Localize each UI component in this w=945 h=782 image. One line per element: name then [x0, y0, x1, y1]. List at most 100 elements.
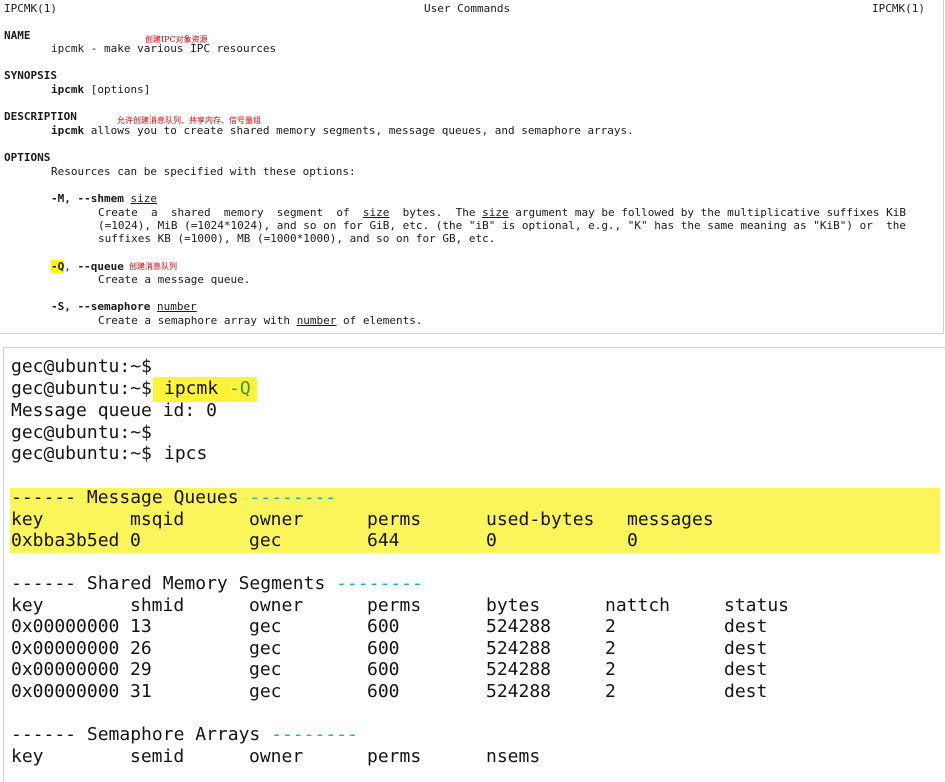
- option-semaphore: -S, --semaphore number: [51, 300, 197, 313]
- options-heading: OPTIONS: [4, 151, 51, 164]
- options-intro: Resources can be specified with these op…: [51, 165, 356, 178]
- shm-row-key: 0x00000000: [11, 659, 120, 680]
- shm-title-trail: --------: [336, 573, 423, 594]
- mq-header-perms: perms: [367, 509, 422, 530]
- mq-title-trail: --------: [249, 487, 337, 508]
- shm-title-dashes: ------: [11, 573, 77, 594]
- command-ipcmk-name: ipcmk: [164, 378, 219, 399]
- shm-row-status: dest: [724, 616, 768, 637]
- shm-row-shmid: 26: [130, 638, 152, 659]
- shm-row-nattch: 2: [605, 659, 616, 680]
- semaphore-desc-part: of elements.: [336, 314, 423, 327]
- man-header-right: IPCMK(1): [872, 2, 925, 15]
- shm-row-status: dest: [724, 659, 768, 680]
- shm-header-bytes: bytes: [486, 595, 541, 616]
- shm-row-owner: gec: [249, 638, 282, 659]
- name-line: ipcmk - make various IPC resources: [51, 42, 277, 55]
- shm-row-bytes: 524288: [486, 638, 552, 659]
- shm-row-perms: 600: [367, 638, 400, 659]
- description-line: ipcmk allows you to create shared memory…: [51, 124, 634, 137]
- option-shmem: -M, --shmem size: [51, 192, 157, 205]
- mq-row-key: 0xbba3b5ed: [11, 530, 120, 551]
- shm-header-nattch: nattch: [605, 595, 671, 616]
- shm-row-key: 0x00000000: [11, 616, 120, 637]
- synopsis-line: ipcmk [options]: [51, 83, 150, 96]
- shm-row-nattch: 2: [605, 681, 616, 702]
- shm-row-owner: gec: [249, 616, 282, 637]
- option-shmem-arg: size: [130, 192, 157, 205]
- command-output: Message queue id: 0: [11, 400, 217, 421]
- shm-row-status: dest: [724, 638, 768, 659]
- shm-row-perms: 600: [367, 659, 400, 680]
- shmem-desc-part: bytes. The: [389, 206, 483, 219]
- sem-title-dashes: ------: [11, 724, 77, 745]
- mq-row-owner: gec: [249, 530, 282, 551]
- shm-row-key: 0x00000000: [11, 638, 120, 659]
- prompt-line-3: gec@ubuntu:~$: [11, 422, 152, 443]
- semaphore-desc-part: Create a semaphore array with: [98, 314, 297, 327]
- mq-header-msqid: msqid: [130, 509, 185, 530]
- option-semaphore-flag: -S, --semaphore: [51, 300, 151, 313]
- sem-header-semid: semid: [130, 746, 185, 767]
- option-shmem-flag: -M, --shmem: [51, 192, 124, 205]
- description-text: allows you to create shared memory segme…: [84, 124, 634, 137]
- shm-header-status: status: [724, 595, 790, 616]
- description-command: ipcmk: [51, 124, 85, 137]
- semaphore-desc-number: number: [296, 314, 337, 327]
- shm-header-perms: perms: [367, 595, 422, 616]
- man-header-center: User Commands: [424, 2, 511, 15]
- shm-header-shmid: shmid: [130, 595, 185, 616]
- command-ipcmk: ipcmk -Q: [164, 378, 251, 399]
- shm-header-owner: owner: [249, 595, 304, 616]
- shm-row-shmid: 31: [130, 681, 152, 702]
- shm-title: ------ Shared Memory Segments --------: [11, 573, 423, 594]
- option-semaphore-arg: number: [156, 300, 197, 313]
- shm-row-bytes: 524288: [486, 659, 552, 680]
- mq-header-messages: messages: [627, 509, 714, 530]
- option-shmem-desc-1: Create a shared memory segment of size b…: [98, 206, 906, 219]
- mq-row-msqid: 0: [130, 530, 141, 551]
- shm-row-owner: gec: [249, 681, 282, 702]
- name-heading: NAME: [4, 29, 31, 42]
- prompt-line-4: gec@ubuntu:~$: [11, 443, 152, 464]
- option-shmem-desc-2: (=1024), MiB (=1024*1024), and so on for…: [98, 219, 906, 232]
- synopsis-command: ipcmk: [51, 83, 85, 96]
- command-ipcs: ipcs: [164, 443, 208, 464]
- shm-row-perms: 600: [367, 681, 400, 702]
- shm-row-status: dest: [724, 681, 768, 702]
- shmem-desc-part: Create a shared memory segment of: [98, 206, 363, 219]
- mq-title: ------ Message Queues --------: [11, 487, 336, 508]
- man-page-panel: IPCMK(1) User Commands IPCMK(1) NAME 创建I…: [0, 0, 944, 334]
- shm-row-shmid: 29: [130, 659, 152, 680]
- mq-row-messages: 0: [627, 530, 638, 551]
- sem-header-owner: owner: [249, 746, 304, 767]
- option-semaphore-desc: Create a semaphore array with number of …: [98, 314, 423, 327]
- mq-title-dashes: ------: [11, 487, 77, 508]
- option-queue-long: --queue: [77, 260, 124, 273]
- shm-row-bytes: 524288: [486, 681, 552, 702]
- prompt-line-1: gec@ubuntu:~$: [11, 356, 152, 377]
- option-shmem-desc-3: suffixes KB (=1000), MB (=1000*1000), an…: [98, 232, 496, 245]
- shmem-desc-part: argument may be followed by the multipli…: [508, 206, 906, 219]
- shmem-desc-size: size: [482, 206, 509, 219]
- shm-row-nattch: 2: [605, 638, 616, 659]
- man-header-left: IPCMK(1): [4, 2, 57, 15]
- command-ipcmk-arg: -Q: [229, 378, 251, 399]
- shm-row-owner: gec: [249, 659, 282, 680]
- mq-header-key: key: [11, 509, 44, 530]
- mq-header-owner: owner: [249, 509, 304, 530]
- sem-header-perms: perms: [367, 746, 422, 767]
- sem-header-key: key: [11, 746, 44, 767]
- shm-row-key: 0x00000000: [11, 681, 120, 702]
- sem-title: ------ Semaphore Arrays --------: [11, 724, 358, 745]
- sem-title-text: Semaphore Arrays: [86, 724, 261, 745]
- mq-title-text: Message Queues: [86, 487, 239, 508]
- sem-header-nsems: nsems: [486, 746, 541, 767]
- shm-title-text: Shared Memory Segments: [86, 573, 326, 594]
- description-heading: DESCRIPTION: [4, 110, 77, 123]
- mq-header-used-bytes: used-bytes: [486, 509, 595, 530]
- shm-row-shmid: 13: [130, 616, 152, 637]
- shm-row-bytes: 524288: [486, 616, 552, 637]
- queue-annotation: 创建消息队列: [129, 262, 177, 271]
- synopsis-heading: SYNOPSIS: [4, 69, 57, 82]
